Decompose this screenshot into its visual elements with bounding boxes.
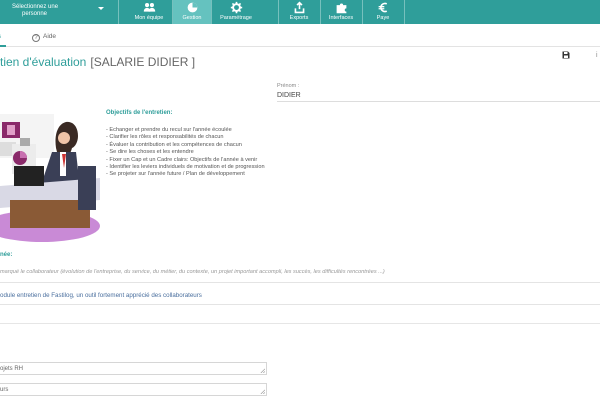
prenom-label: Prénom : [277, 83, 300, 89]
list-item: - Évaluer la contribution et les compéte… [106, 141, 242, 148]
list-item: - Echanger et prendre du recul sur l'ann… [106, 127, 232, 133]
chevron-down-icon [98, 7, 104, 10]
divider [0, 304, 600, 305]
nav-label: Interfaces [328, 15, 354, 21]
tab-current[interactable]: s [0, 24, 6, 47]
tab-aide-label: Aide [43, 33, 57, 40]
page-title-text: tien d'évaluation [0, 55, 87, 69]
objectives-list: - Echanger et prendre du recul sur l'ann… [106, 127, 265, 179]
list-item: - Identifier les leviers individuels de … [106, 164, 265, 171]
tab-current-label: s [0, 34, 1, 40]
projects-rh-field[interactable]: ojets RH [0, 362, 267, 375]
nav-interfaces[interactable]: Interfaces [324, 0, 358, 24]
save-icon[interactable] [562, 51, 570, 59]
remark-textarea[interactable]: marqué le collaborateur (évolution de l'… [0, 269, 385, 275]
person-selector[interactable]: Sélectionnez une personne [0, 0, 118, 24]
page-title: tien d'évaluation [SALARIE DIDIER ] [0, 55, 195, 69]
tab-active-indicator [0, 45, 6, 47]
tab-aide[interactable]: ? Aide [32, 33, 56, 42]
second-field[interactable]: urs [0, 383, 267, 396]
field-value: ojets RH [0, 366, 24, 372]
nav-label: Gestion [182, 15, 202, 21]
euro-icon [378, 2, 387, 13]
interview-illustration [0, 114, 100, 242]
list-item: - Se projeter sur l'année future / Plan … [106, 171, 245, 178]
puzzle-icon [336, 3, 346, 14]
team-icon [143, 3, 155, 12]
list-item: - Fixer un Cap et un Cadre clairs: Objec… [106, 156, 258, 163]
close-icon[interactable]: i [596, 52, 598, 59]
top-navigation-bar: Sélectionnez une personne Mon équipe Ges… [0, 0, 600, 24]
export-icon [294, 1, 304, 14]
module-answer-text[interactable]: odule entretien de Fastilog, un outil fo… [0, 292, 202, 299]
nav-label: Paramétrage [220, 15, 252, 21]
divider [0, 323, 600, 324]
list-item: - Clarifier les rôles et responsabilités… [106, 134, 224, 141]
prenom-value: DIDIER [277, 92, 301, 99]
gear-icon [230, 1, 242, 14]
nav-label: Mon équipe [134, 15, 164, 21]
tab-bar: s ?Aide [0, 24, 600, 47]
resize-handle-icon[interactable] [260, 368, 265, 373]
nav-mon-equipe[interactable]: Mon équipe [128, 0, 170, 24]
pie-chart-icon [187, 2, 197, 13]
field-value: urs [0, 387, 9, 393]
divider [277, 101, 600, 102]
section-title: née: [0, 252, 13, 258]
person-selector-line2: personne [22, 11, 48, 17]
employee-name: [SALARIE DIDIER ] [90, 55, 196, 69]
nav-label: Exports [289, 15, 309, 21]
list-item: - Se dire les choses et les entendre [106, 149, 194, 156]
nav-exports[interactable]: Exports [284, 0, 314, 24]
nav-gestion[interactable]: Gestion [173, 0, 211, 24]
objectives-title: Objectifs de l'entretien: [106, 110, 173, 116]
help-icon: ? [32, 34, 40, 42]
nav-label: Paye [376, 15, 390, 21]
resize-handle-icon[interactable] [260, 389, 265, 394]
divider [0, 282, 600, 283]
nav-paye[interactable]: Paye [368, 0, 398, 24]
nav-parametrage[interactable]: Paramétrage [214, 0, 258, 24]
